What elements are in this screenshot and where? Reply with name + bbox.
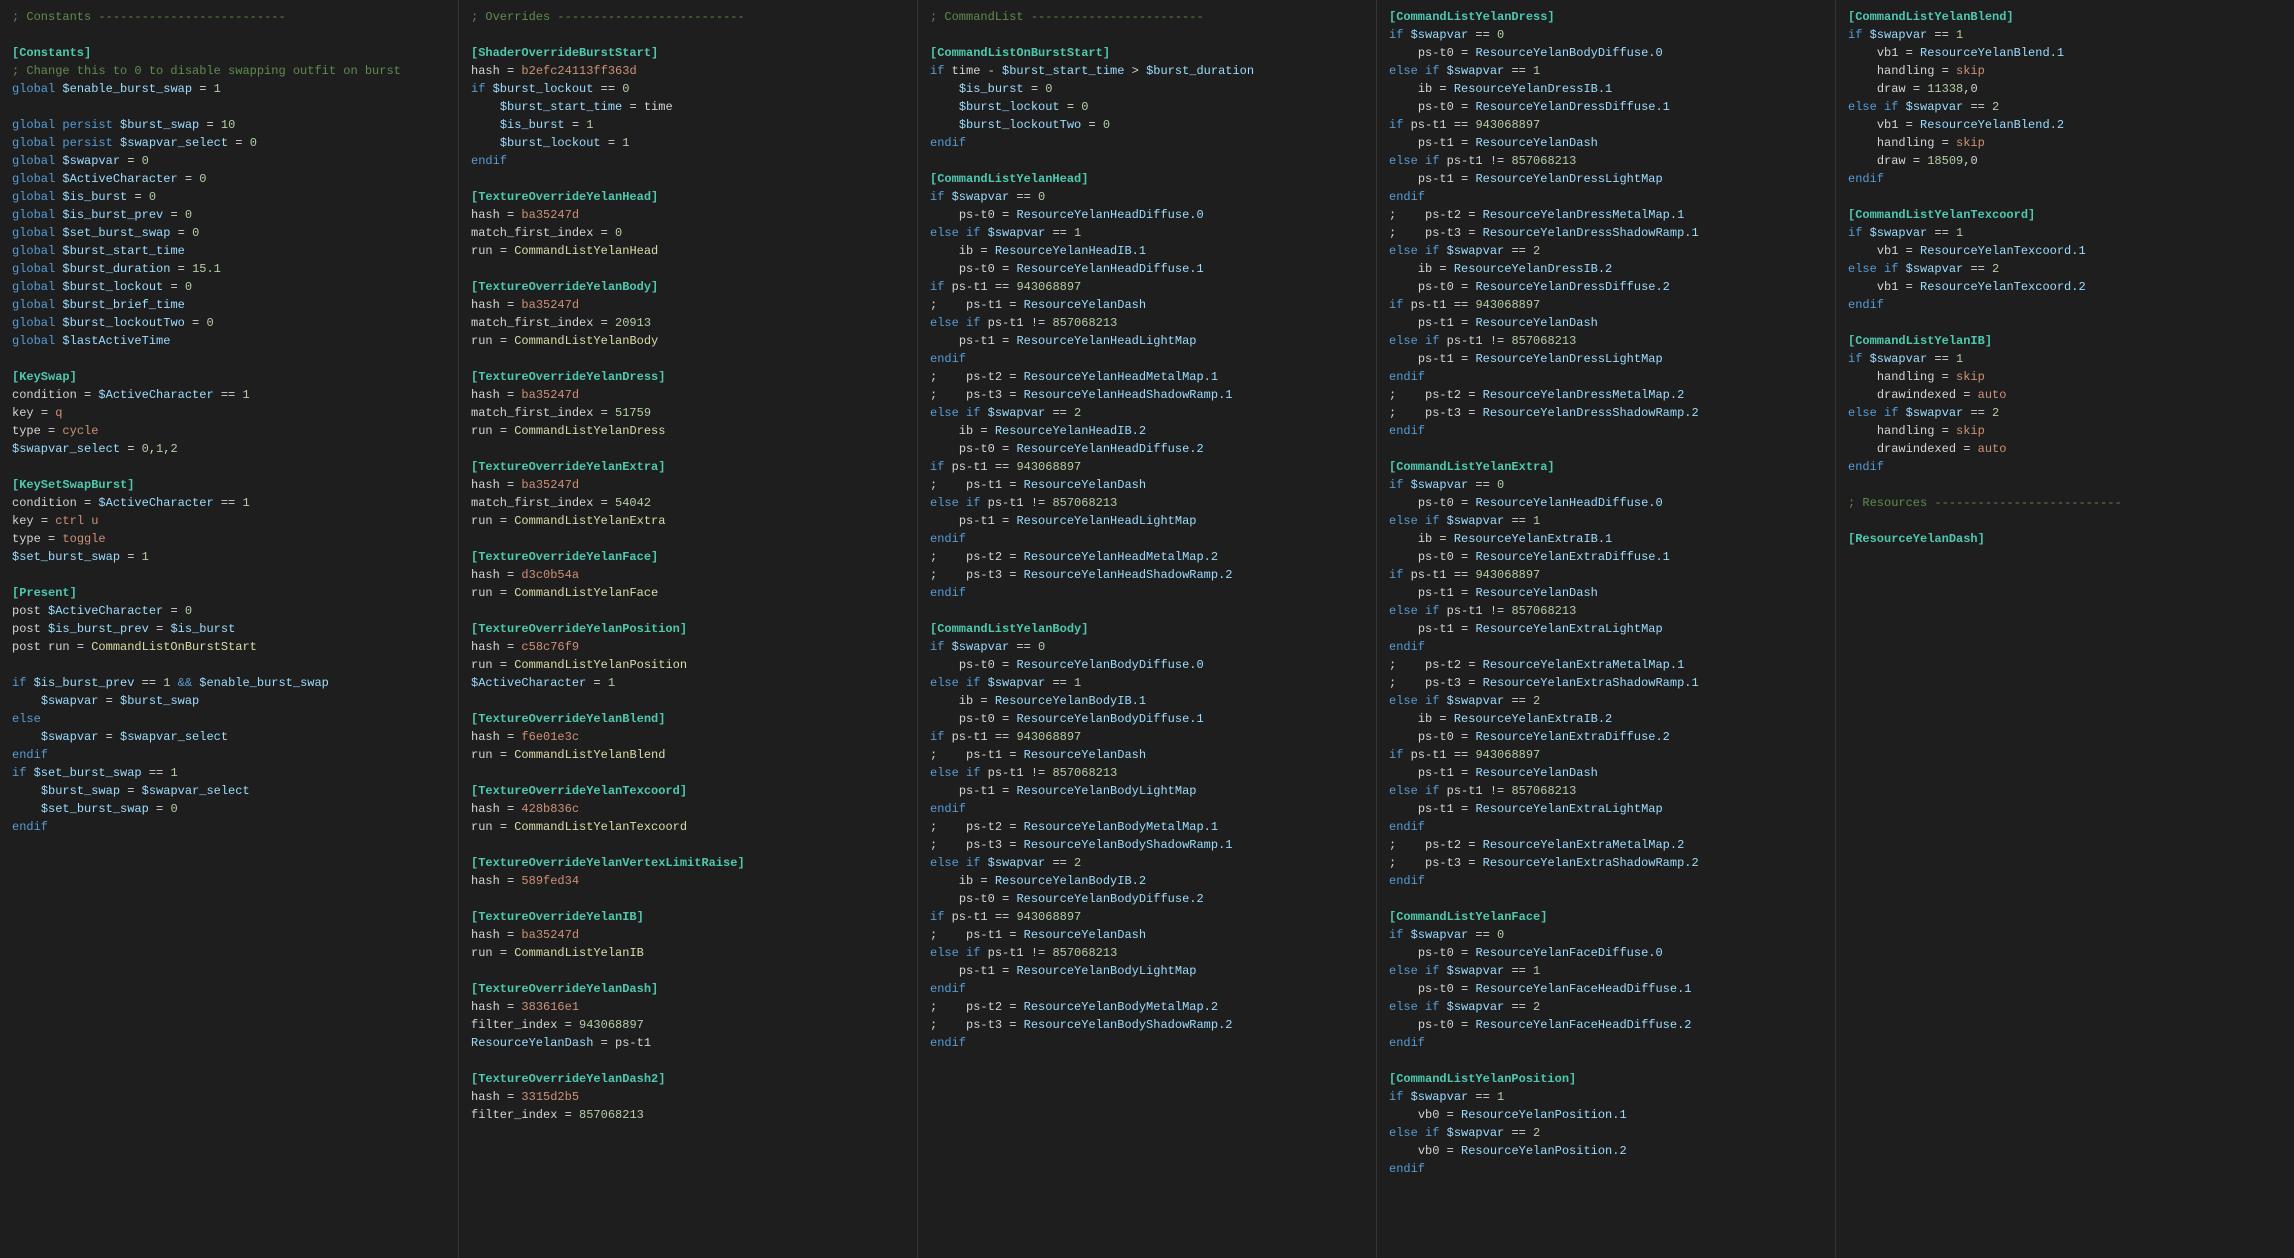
code-block-2: ; Overrides -------------------------- [… [471, 8, 905, 1124]
code-block-4: [CommandListYelanDress] if $swapvar == 0… [1389, 8, 1823, 1178]
editor-container: ; Constants -------------------------- [… [0, 0, 2294, 1258]
code-block-3: ; CommandList ------------------------ [… [930, 8, 1364, 1052]
column-2: ; Overrides -------------------------- [… [459, 0, 918, 1258]
column-3: ; CommandList ------------------------ [… [918, 0, 1377, 1258]
column-1: ; Constants -------------------------- [… [0, 0, 459, 1258]
column-5: [CommandListYelanBlend] if $swapvar == 1… [1836, 0, 2294, 1258]
code-block-5: [CommandListYelanBlend] if $swapvar == 1… [1848, 8, 2282, 548]
code-block-1: ; Constants -------------------------- [… [12, 8, 446, 836]
column-4: [CommandListYelanDress] if $swapvar == 0… [1377, 0, 1836, 1258]
